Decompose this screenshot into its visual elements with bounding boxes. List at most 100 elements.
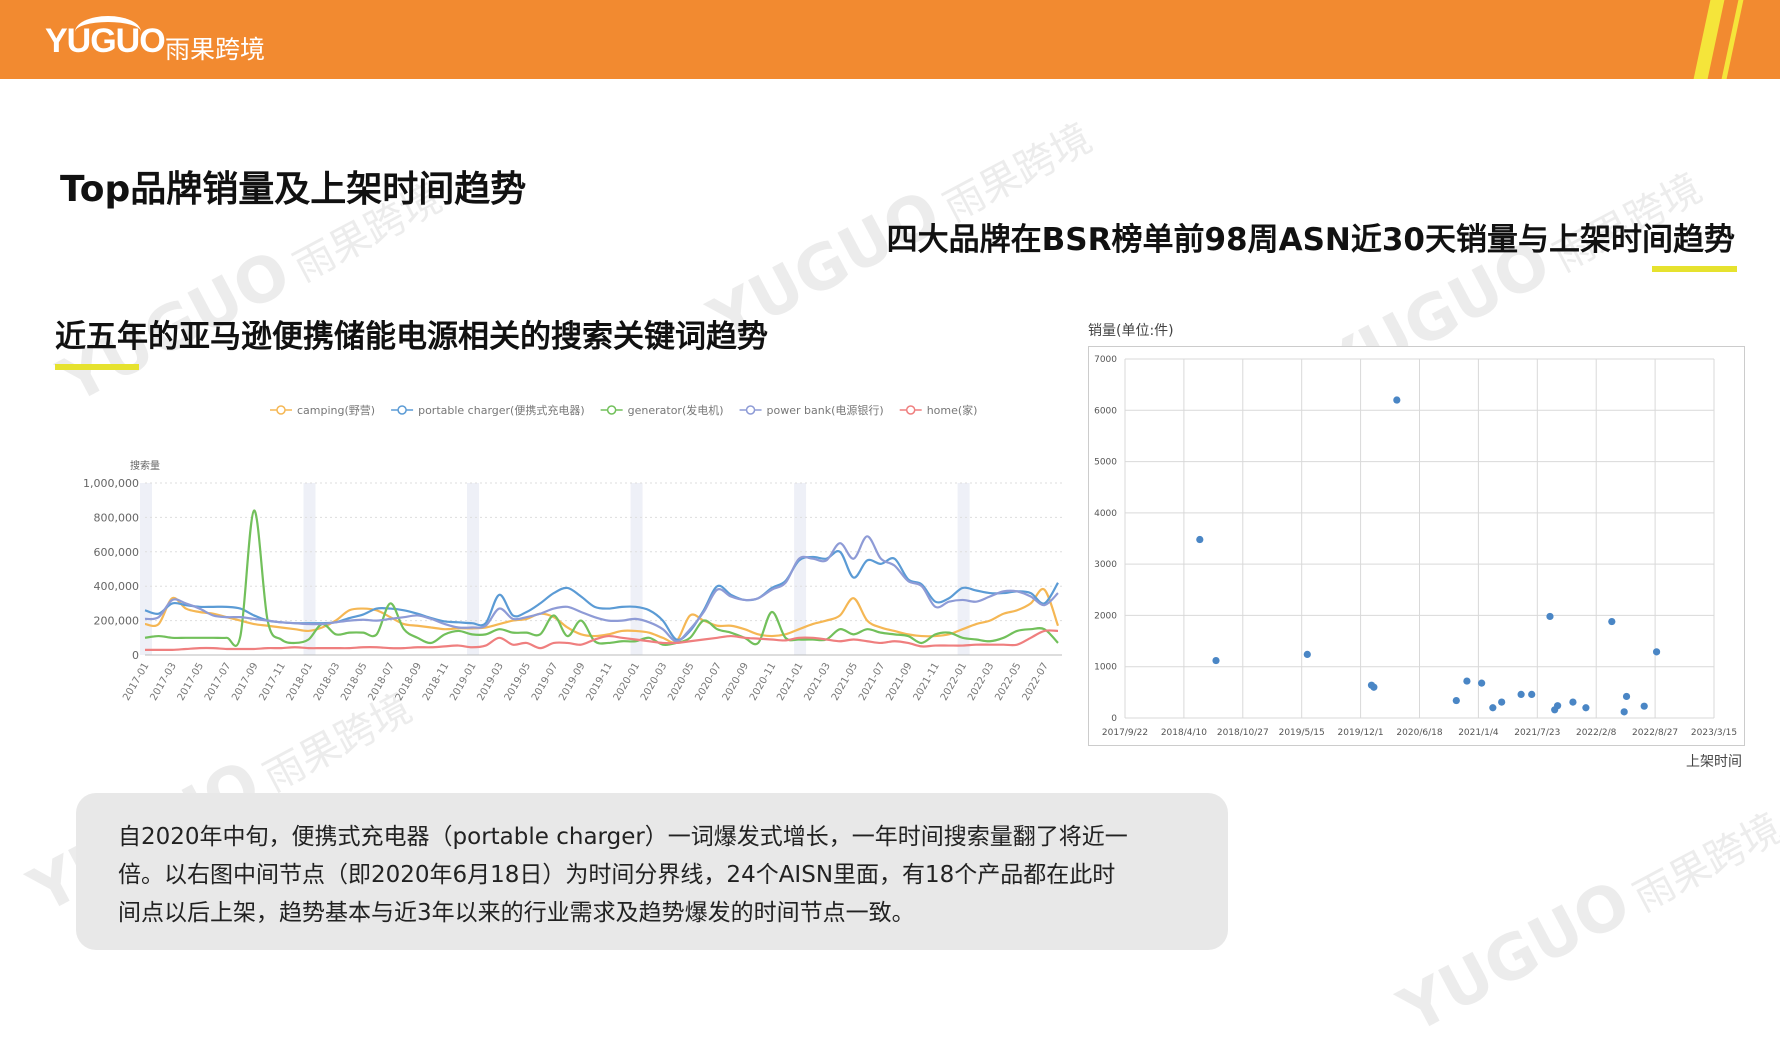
scatter-point	[1569, 698, 1577, 706]
x-tick-label: 2018-09	[394, 661, 424, 703]
scatter-y-axis-title: 销量(单位:件)	[1088, 323, 1174, 339]
decorative-stripe	[1721, 0, 1744, 79]
x-tick-label: 2017-07	[203, 661, 233, 703]
x-tick-label: 2017/9/22	[1102, 728, 1148, 738]
scatter-point	[1517, 690, 1525, 699]
scatter-point	[1608, 617, 1616, 626]
x-tick-label: 2018-03	[312, 661, 342, 703]
legend-marker-icon	[276, 405, 286, 415]
header-bar: YUGUO 雨果跨境	[0, 0, 1780, 79]
page-title: Top品牌销量及上架时间趋势	[60, 169, 527, 210]
decorative-stripe	[1693, 0, 1725, 79]
x-tick-label: 2021/7/23	[1514, 728, 1560, 738]
scatter-point	[1652, 648, 1661, 656]
x-tick-label: 2018/4/10	[1161, 728, 1207, 738]
x-tick-label: 2021-03	[803, 661, 833, 703]
x-tick-label: 2019-07	[530, 661, 560, 703]
scatter-x-axis-title: 上架时间	[1686, 754, 1742, 770]
y-tick-label: 3000	[1094, 560, 1117, 570]
y-tick-label: 1,000,000	[83, 477, 139, 490]
y-tick-label: 2000	[1094, 611, 1117, 621]
summary-line: 自2020年中旬，便携式充电器（portable charger）一词爆发式增长…	[118, 824, 1128, 850]
y-tick-label: 4000	[1094, 509, 1117, 519]
legend-marker-icon	[606, 405, 617, 415]
y-tick-label: 800,000	[94, 511, 140, 524]
x-tick-label: 2022-03	[966, 661, 996, 703]
x-tick-label: 2021-05	[830, 661, 860, 703]
y-tick-label: 0	[132, 649, 139, 662]
y-tick-label: 0	[1111, 714, 1117, 724]
logo-text-en: YUGUO	[45, 22, 166, 60]
x-tick-label: 2018/10/27	[1217, 728, 1269, 738]
legend-label: camping(野营)	[297, 403, 375, 417]
scatter-point	[1554, 702, 1562, 710]
x-tick-label: 2022-01	[939, 661, 969, 703]
x-tick-label: 2020/6/18	[1396, 728, 1442, 738]
year-band	[630, 483, 643, 655]
x-tick-label: 2021-07	[857, 661, 887, 703]
x-tick-label: 2021-11	[912, 661, 942, 703]
summary-line: 间点以后上架，趋势基本与近3年以来的行业需求及趋势爆发的时间节点一致。	[118, 900, 915, 926]
line-chart-title: 近五年的亚马逊便携储能电源相关的搜索关键词趋势	[55, 319, 768, 355]
x-tick-label: 2019/12/1	[1338, 728, 1384, 738]
series-line	[144, 509, 1059, 647]
legend-marker-icon	[745, 405, 756, 415]
watermark: YUGUO雨果跨境	[1387, 805, 1780, 1047]
scatter-point	[1196, 535, 1204, 544]
x-tick-label: 2019-01	[448, 661, 478, 703]
chart-frame	[1088, 346, 1745, 746]
y-tick-label: 200,000	[94, 615, 140, 628]
year-band	[140, 483, 152, 655]
scatter-point	[1546, 612, 1554, 621]
scatter-point	[1622, 692, 1631, 701]
sales-scatter-chart: 0 1000 2000 3000 4000 5000 6000 7000 2017/9/22 20…	[1088, 346, 1745, 746]
x-tick-label: 2022-07	[1021, 661, 1051, 703]
scatter-point	[1370, 683, 1378, 691]
x-tick-label: 2017-05	[176, 661, 206, 703]
x-tick-label: 2018-11	[421, 661, 451, 703]
y-tick-label: 5000	[1094, 458, 1117, 468]
x-tick-label: 2022/8/27	[1632, 728, 1678, 738]
x-tick-label: 2021-01	[775, 661, 805, 703]
scatter-point	[1640, 702, 1648, 710]
legend-marker-icon	[397, 405, 407, 415]
x-tick-label: 2018-05	[339, 661, 369, 703]
x-tick-label: 2018-07	[366, 661, 396, 703]
x-tick-label: 2020-05	[666, 661, 696, 703]
series-line	[144, 587, 1060, 644]
x-tick-label: 2019-11	[584, 661, 614, 703]
legend-label: home(家)	[927, 403, 978, 417]
scatter-point	[1393, 396, 1401, 404]
x-tick-label: 2017-11	[257, 661, 287, 703]
x-tick-label: 2019-09	[557, 661, 587, 703]
y-tick-label: 7000	[1094, 355, 1117, 365]
scatter-point	[1212, 656, 1220, 665]
legend-marker-icon	[905, 405, 916, 415]
legend-label: power bank(电源银行)	[767, 403, 884, 417]
scatter-point	[1463, 677, 1471, 685]
legend-label: portable charger(便携式充电器)	[418, 403, 585, 417]
x-tick-label: 2019-03	[475, 661, 505, 703]
x-tick-label: 2019/5/15	[1279, 728, 1325, 738]
x-tick-label: 2020-07	[694, 661, 724, 703]
x-tick-label: 2021-09	[884, 661, 914, 703]
scatter-point	[1489, 704, 1497, 712]
x-tick-label: 2018-01	[285, 661, 315, 703]
y-tick-label: 1000	[1094, 663, 1117, 673]
legend-label: generator(发电机)	[628, 403, 724, 417]
scatter-point	[1620, 708, 1628, 716]
scatter-point	[1452, 696, 1460, 705]
x-tick-label: 2022-05	[993, 661, 1023, 703]
x-tick-label: 2021/1/4	[1458, 728, 1499, 738]
y-tick-label: 600,000	[94, 546, 140, 559]
scatter-chart-title: 四大品牌在BSR榜单前98周ASN近30天销量与上架时间趋势	[886, 222, 1735, 258]
summary-line: 倍。以右图中间节点（即2020年6月18日）为时间分界线，24个AISN里面，有…	[118, 862, 1116, 888]
x-tick-label: 2020-01	[612, 661, 642, 703]
x-tick-label: 2020-09	[721, 661, 751, 703]
title-underline	[55, 364, 139, 370]
y-tick-label: 400,000	[94, 580, 140, 593]
scatter-point	[1478, 679, 1486, 687]
search-trend-line-chart: 0 200,000 400,000 600,000 800,000 1,000,000 搜索…	[83, 403, 1062, 703]
y-tick-label: 6000	[1094, 406, 1117, 416]
x-tick-label: 2017-01	[121, 661, 151, 703]
